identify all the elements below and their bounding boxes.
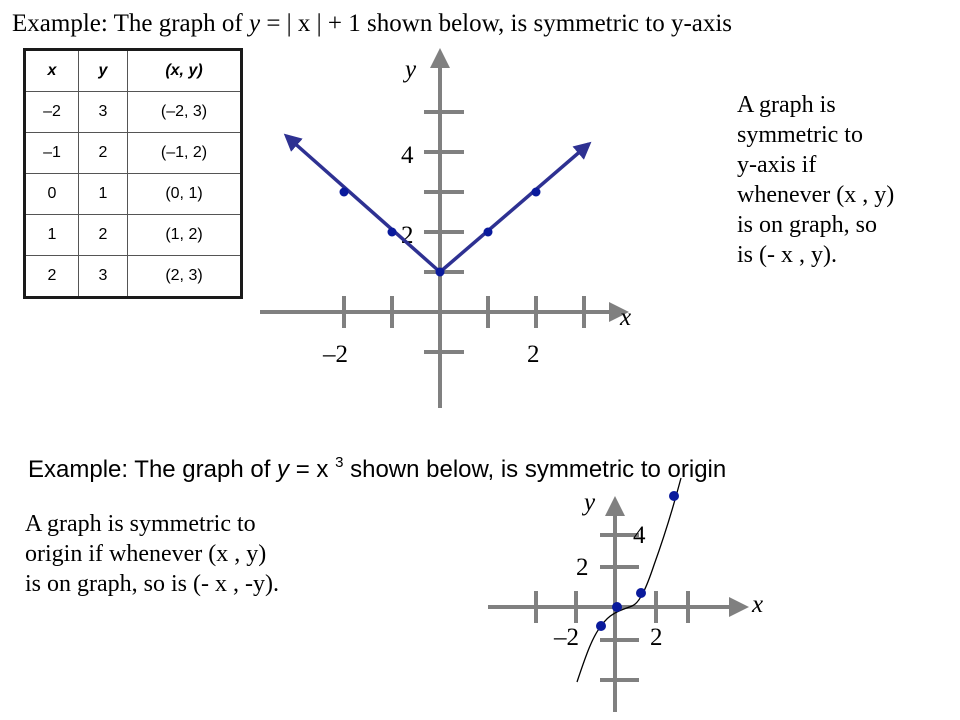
cubic-graph: y x –2 2 2 4 <box>488 477 763 712</box>
graphs-canvas: y x –2 2 2 4 y x –2 2 2 4 <box>260 48 763 712</box>
x-tick-label: 2 <box>650 624 663 651</box>
y-axis-label: y <box>402 56 417 83</box>
data-point <box>596 621 606 631</box>
data-point <box>387 227 397 237</box>
data-point <box>612 602 622 612</box>
x-tick-label: 2 <box>527 341 540 368</box>
data-point <box>636 588 646 598</box>
x-tick-label: –2 <box>322 341 348 368</box>
data-point <box>483 227 493 237</box>
x-axis-label: x <box>751 591 763 618</box>
y-tick-label: 4 <box>633 522 646 549</box>
x-axis-label: x <box>619 304 631 331</box>
y-tick-label: 4 <box>401 142 414 169</box>
y-tick-label: 2 <box>576 554 589 581</box>
right-ray <box>438 141 592 274</box>
x-tick-label: –2 <box>553 624 579 651</box>
data-point <box>339 187 349 197</box>
data-point <box>435 267 445 277</box>
left-ray <box>283 133 442 274</box>
data-point <box>669 491 679 501</box>
y-axis-label: y <box>581 489 596 516</box>
abs-graph: y x –2 2 2 4 <box>260 48 631 408</box>
data-point <box>531 187 541 197</box>
